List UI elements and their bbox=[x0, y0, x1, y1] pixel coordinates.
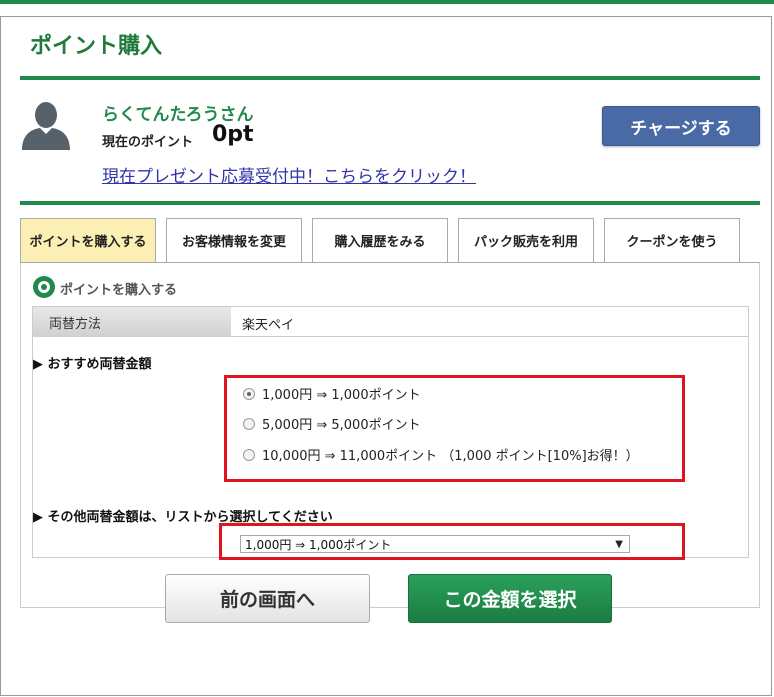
back-button[interactable]: 前の画面へ bbox=[165, 574, 370, 623]
section-circle-icon bbox=[33, 276, 55, 298]
points-value: 0pt bbox=[212, 122, 254, 147]
option-1000-label: 1,000円 ⇒ 1,000ポイント bbox=[262, 388, 421, 403]
exchange-method-value: 楽天ペイ bbox=[242, 318, 295, 333]
tab-pack-sales[interactable]: パック販売を利用 bbox=[458, 218, 594, 262]
option-10000[interactable]: 10,000円 ⇒ 11,000ポイント （1,000 ポイント[10%]お得！… bbox=[243, 445, 639, 464]
select-amount-button[interactable]: この金額を選択 bbox=[408, 574, 612, 623]
user-avatar-icon bbox=[22, 102, 70, 150]
exchange-row-divider bbox=[231, 336, 748, 337]
recommended-amount-heading: ▶ おすすめ両替金額 bbox=[33, 357, 152, 372]
option-10000-label: 10,000円 ⇒ 11,000ポイント （1,000 ポイント[10%]お得！… bbox=[262, 449, 639, 464]
tab-use-coupon[interactable]: クーポンを使う bbox=[604, 218, 740, 262]
radio-option-1000[interactable] bbox=[243, 387, 255, 400]
tab-purchase-history[interactable]: 購入履歴をみる bbox=[312, 218, 448, 262]
title-divider bbox=[20, 76, 760, 80]
exchange-method-label: 両替方法 bbox=[33, 307, 231, 337]
amount-select-value: 1,000円 ⇒ 1,000ポイント bbox=[245, 537, 392, 552]
option-5000-label: 5,000円 ⇒ 5,000ポイント bbox=[262, 418, 421, 433]
tab-buy-points[interactable]: ポイントを購入する bbox=[20, 218, 156, 262]
points-label: 現在のポイント bbox=[102, 135, 194, 150]
charge-button[interactable]: チャージする bbox=[602, 106, 760, 146]
tab-change-customer-info[interactable]: お客様情報を変更 bbox=[166, 218, 302, 262]
amount-select[interactable]: 1,000円 ⇒ 1,000ポイント ▼ bbox=[240, 535, 630, 553]
page-title: ポイント購入 bbox=[30, 34, 163, 59]
dropdown-arrow-icon[interactable]: ▼ bbox=[615, 536, 623, 553]
radio-option-10000[interactable] bbox=[243, 448, 255, 461]
option-5000[interactable]: 5,000円 ⇒ 5,000ポイント bbox=[243, 414, 421, 433]
present-campaign-link[interactable]: 現在プレゼント応募受付中！こちらをクリック！ bbox=[102, 162, 476, 187]
section-title: ポイントを購入する bbox=[60, 283, 178, 298]
radio-option-5000[interactable] bbox=[243, 417, 255, 430]
option-1000[interactable]: 1,000円 ⇒ 1,000ポイント bbox=[243, 384, 421, 403]
profile-divider bbox=[20, 201, 760, 205]
top-accent-bar bbox=[0, 0, 774, 4]
